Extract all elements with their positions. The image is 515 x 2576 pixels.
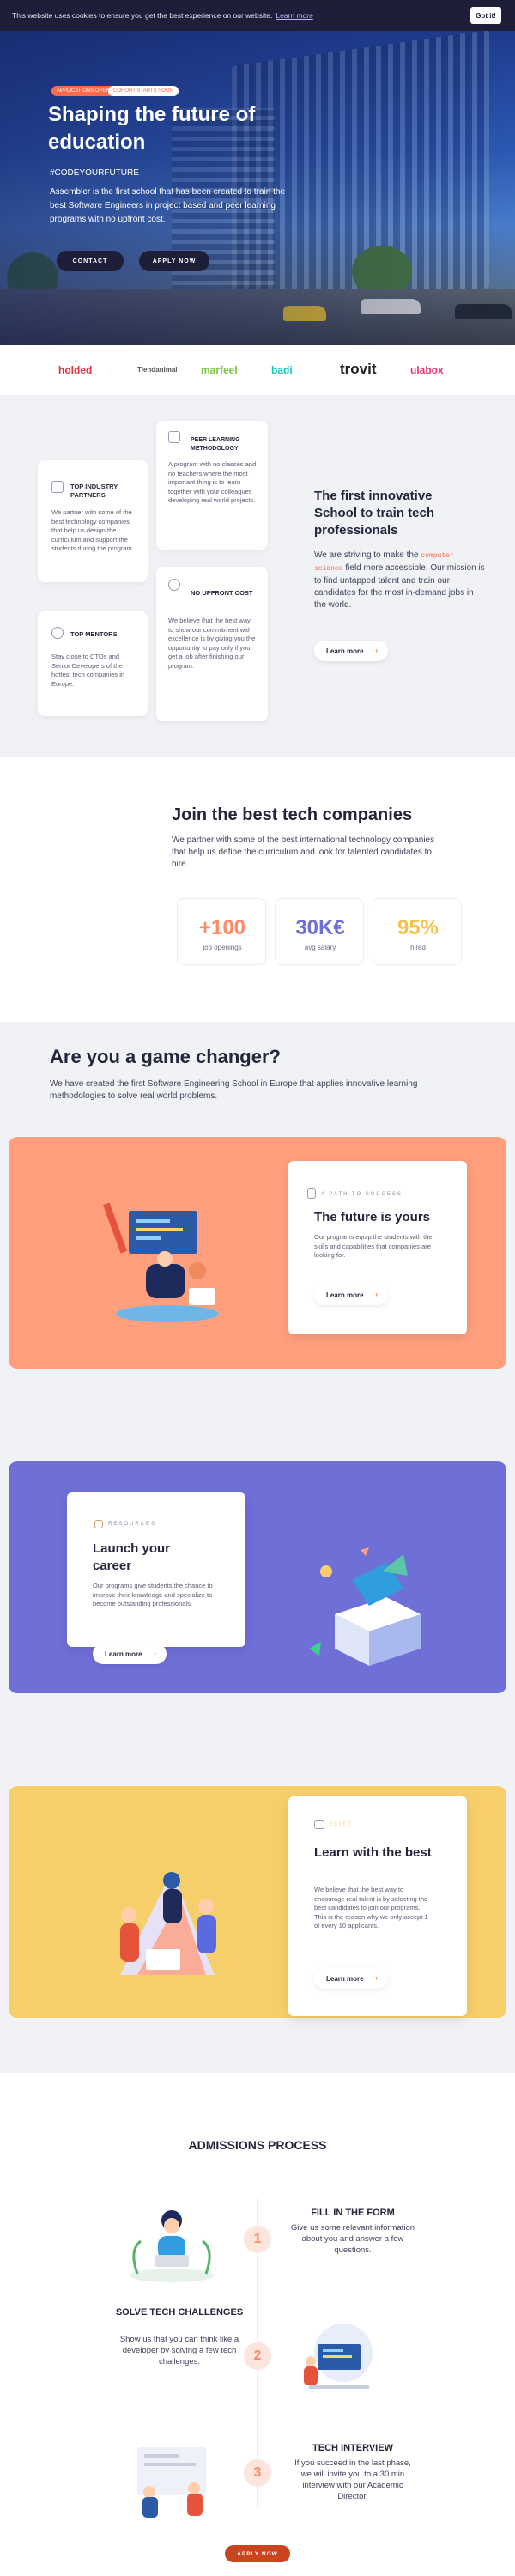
step-1-text: Give us some relevant information about … [290,2223,415,2255]
best-text: We believe that the best way to encourag… [314,1886,428,1929]
join-text: We partner with some of the best interna… [172,835,435,869]
stat-value: 30K€ [295,916,345,939]
stat-value: +100 [198,916,246,939]
hero-hashtag: #CODEYOURFUTURE [50,168,139,178]
step-3-text: If you succeed in the last phase, we wil… [294,2458,411,2501]
step-1-title: FILL IN THE FORM [311,2208,395,2218]
career-title: Launch your career [93,1541,171,1573]
document-icon [307,1188,316,1199]
best-title: Learn with the best [314,1845,432,1860]
future-text: Our programs equip the students with the… [314,1233,433,1259]
interview-illustration [137,2447,206,2518]
peer-learning-text: A program with no classes and no teacher… [168,460,257,504]
boxes-illustration [309,1547,421,1666]
box-icon [94,1520,103,1528]
stat-card-avg-salary: 30K€ avg salary [275,898,364,965]
features-main-text-a: We are striving to make the [314,550,419,560]
top-mentors-text: Stay close to CTOs and Senior Developers… [52,653,125,688]
step-2-text: Show us that you can think like a develo… [119,2335,239,2366]
developer-illustration [102,1202,219,1322]
step-number: 1 [244,2226,271,2253]
cookie-text: This website uses cookies to ensure you … [12,11,273,20]
stat-card-job-openings: +100 job openings [177,898,266,965]
stat-label: avg salary [304,944,336,951]
step-number: 2 [244,2342,271,2370]
arrow-right-icon: › [375,1974,378,1982]
admissions-title: ADMISSIONS PROCESS [188,2138,327,2152]
clock-icon [168,579,180,591]
logo-badi: badi [271,364,293,376]
form-illustration [129,2210,215,2282]
learn-more-label: Learn more [326,1974,364,1983]
cohort-badge: COHORT STARTS SOON [108,86,179,96]
challenge-illustration [304,2324,373,2389]
applications-open-badge: APPLICATIONS OPEN [52,86,115,96]
admissions-apply-button[interactable]: APPLY NOW [225,2545,290,2562]
game-changer-text: We have created the first Software Engin… [50,1079,418,1101]
game-changer-title: Are you a game changer? [50,1046,281,1067]
learn-more-label: Learn more [326,1291,364,1299]
stat-label: hired [410,944,426,951]
peer-learning-title: PEER LEARNING METHODOLOGY [191,437,240,452]
career-learn-more-button[interactable]: Learn more › [93,1643,167,1664]
cookie-banner: This website uses cookies to ensure you … [0,0,515,31]
learn-more-label: Learn more [326,647,364,655]
career-eyebrow: RESOURCES [108,1522,157,1527]
future-eyebrow: A PATH TO SUCCESS [321,1192,403,1197]
briefcase-icon [52,481,64,493]
arrow-right-icon: › [375,1291,378,1298]
arrow-right-icon: › [375,647,378,654]
career-text: Our programs give students the chance to… [93,1582,213,1607]
hero-description: Assembler is the first school that has b… [50,187,286,224]
step-2-title: SOLVE TECH CHALLENGES [115,2307,244,2318]
logo-trovit: trovit [340,361,377,377]
future-title: The future is yours [314,1210,431,1224]
people-icon [168,431,180,443]
partner-logos: holded Tiendanimal marfeel badi trovit u… [0,345,515,395]
join-title: Join the best tech companies [172,805,413,824]
industry-partners-text: We partner with some of the best technol… [52,508,134,552]
logo-marfeel: marfeel [201,364,238,376]
contact-button[interactable]: CONTACT [57,251,124,271]
learn-more-label: Learn more [105,1649,142,1658]
logo-ulabox: ulabox [410,364,444,376]
join-section [0,757,515,1022]
cookie-learn-more-link[interactable]: Learn more [276,11,312,20]
apply-now-button[interactable]: APPLY NOW [139,251,209,271]
top-mentors-title: TOP MENTORS [70,630,118,638]
stat-label: job openings [203,944,242,951]
stat-value: 95% [397,916,439,939]
arrow-right-icon: › [154,1649,156,1657]
logo-holded: holded [58,364,93,376]
stat-card-hired: 95% hired [373,898,462,965]
best-learn-more-button[interactable]: Learn more › [314,1968,388,1989]
team-illustration [120,1872,216,1975]
hero-title: Shaping the future of education [48,103,256,154]
features-learn-more-button[interactable]: Learn more › [314,641,388,661]
step-number: 3 [244,2459,271,2487]
future-learn-more-button[interactable]: Learn more › [314,1285,388,1305]
image-icon [314,1820,324,1829]
mentor-icon [52,627,64,639]
logo-tiendanimal: Tiendanimal [137,366,178,374]
features-main-title: The first innovative School to train tec… [314,489,435,538]
industry-partners-title: TOP INDUSTRY PARTNERS [70,483,118,499]
no-upfront-cost-text: We believe that the best way to show our… [168,617,256,670]
no-upfront-cost-title: NO UPFRONT COST [191,589,253,597]
best-eyebrow: ELITE [330,1822,353,1827]
cookie-accept-button[interactable]: Got it! [470,7,501,24]
step-3-title: TECH INTERVIEW [312,2443,393,2453]
features-main-text: We are striving to make the computer sci… [314,550,486,611]
